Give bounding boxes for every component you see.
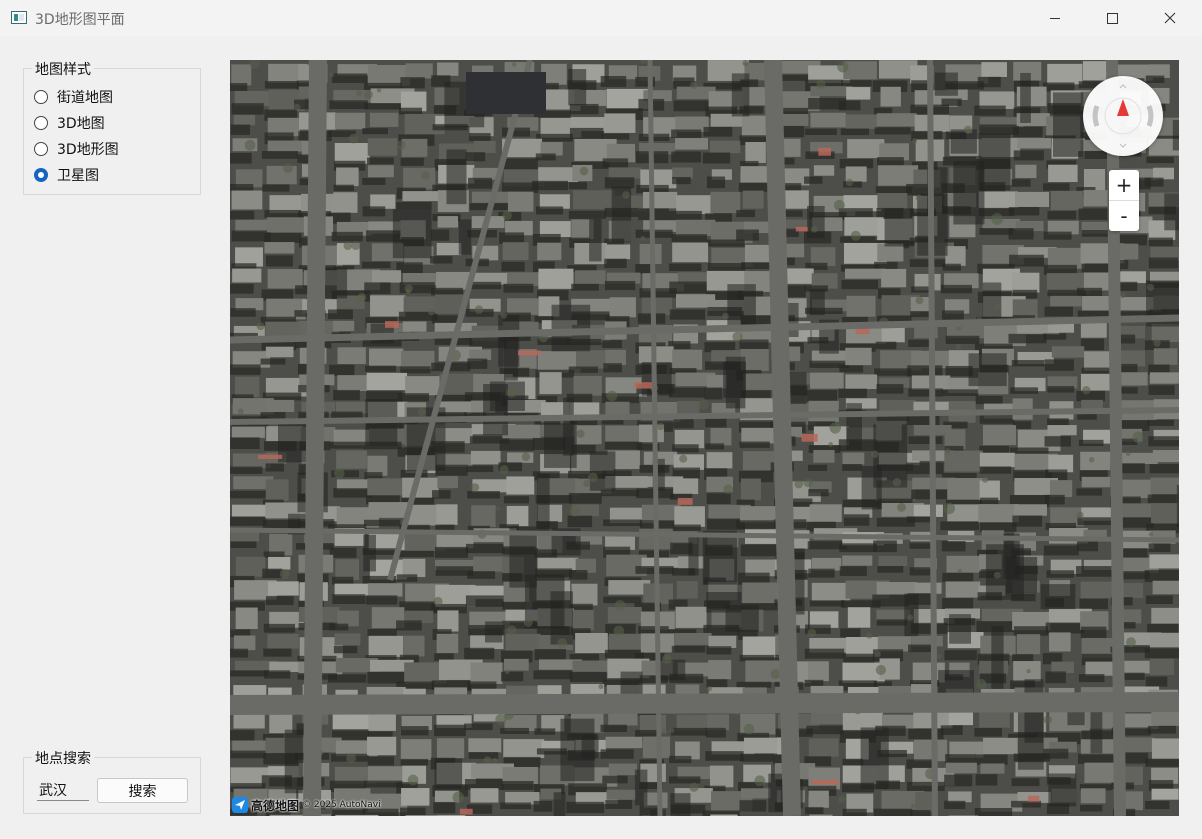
- map-style-group: 地图样式 街道地图 3D地图 3D地形图 卫星图: [23, 59, 201, 195]
- amap-logo-icon: [232, 797, 248, 813]
- compass-icon: [1092, 84, 1154, 148]
- compass-control[interactable]: [1083, 76, 1163, 156]
- radio-circle[interactable]: [34, 90, 48, 104]
- close-button[interactable]: [1147, 0, 1193, 36]
- radio-satellite[interactable]: 卫星图: [34, 165, 99, 185]
- maximize-button[interactable]: [1089, 0, 1135, 36]
- map-logo: 高德地图 © 2025 AutoNavi: [232, 796, 381, 814]
- map-style-group-title: 地图样式: [32, 59, 94, 79]
- radio-street-map[interactable]: 街道地图: [34, 87, 113, 107]
- zoom-out-button[interactable]: -: [1109, 201, 1139, 231]
- map-copyright: © 2025 AutoNavi: [302, 800, 381, 810]
- main-window: 3D地形图平面 地图样式 街道地图 3D地图 3D地形图 卫星图 地点搜索 搜索: [0, 0, 1202, 839]
- radio-label: 3D地图: [57, 116, 105, 132]
- window-title: 3D地形图平面: [35, 12, 125, 28]
- place-search-input[interactable]: [37, 779, 89, 801]
- radio-3d-map[interactable]: 3D地图: [34, 113, 105, 133]
- place-search-group-title: 地点搜索: [32, 748, 94, 768]
- radio-circle[interactable]: [34, 116, 48, 130]
- map-view[interactable]: + - 高德地图 © 2025 AutoNavi: [230, 60, 1179, 816]
- zoom-control: + -: [1109, 170, 1139, 231]
- radio-3d-terrain[interactable]: 3D地形图: [34, 139, 119, 159]
- place-search-group: 地点搜索 搜索: [23, 748, 201, 814]
- maximize-icon: [1106, 12, 1118, 24]
- title-bar[interactable]: 3D地形图平面: [0, 0, 1202, 36]
- minimize-icon: [1050, 17, 1060, 19]
- radio-circle[interactable]: [34, 142, 48, 156]
- close-icon: [1164, 12, 1176, 24]
- search-button[interactable]: 搜索: [97, 778, 188, 803]
- logo-name: 高德地图: [251, 798, 300, 813]
- app-icon: [11, 11, 27, 24]
- radio-circle[interactable]: [34, 168, 48, 182]
- zoom-in-button[interactable]: +: [1109, 170, 1139, 201]
- radio-label: 卫星图: [57, 168, 99, 184]
- radio-label: 街道地图: [57, 90, 113, 106]
- minimize-button[interactable]: [1032, 0, 1078, 36]
- radio-label: 3D地形图: [57, 142, 119, 158]
- satellite-imagery[interactable]: [230, 60, 1179, 816]
